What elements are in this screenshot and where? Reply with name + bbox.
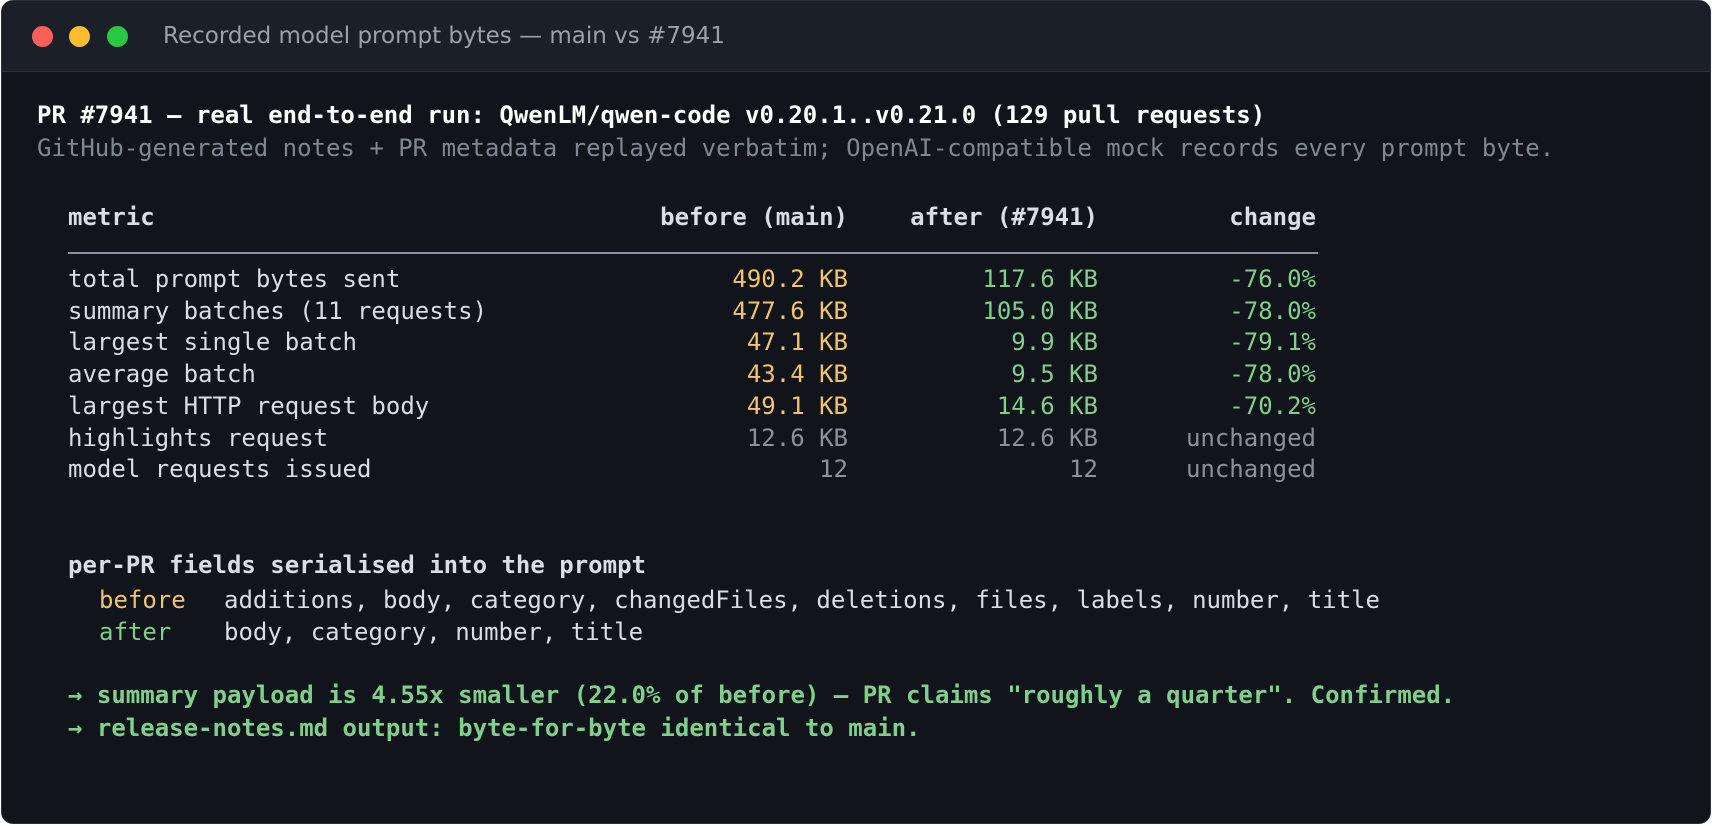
conclusion-line-2: → release-notes.md output: byte-for-byte… [68,714,921,742]
cell-after: 14.6 KB [996,392,1098,420]
cell-change: -78.0% [1229,297,1316,325]
report-title: PR #7941 — real end-to-end run: QwenLM/q… [37,101,1266,129]
cell-change: unchanged [1185,455,1316,483]
column-header-after: after (#7941) [910,203,1098,231]
cell-change: unchanged [1185,424,1316,452]
cell-metric: largest single batch [68,328,357,356]
window-titlebar: Recorded model prompt bytes — main vs #7… [2,1,1710,72]
cell-after: 12.6 KB [996,424,1098,452]
maximize-window-button[interactable] [107,26,128,47]
column-header-metric: metric [68,203,155,231]
report-subtitle: GitHub-generated notes + PR metadata rep… [37,134,1555,162]
cell-metric: largest HTTP request body [68,392,430,420]
cell-before: 12.6 KB [746,424,848,452]
cell-change: -70.2% [1229,392,1316,420]
cell-change: -79.1% [1229,328,1316,356]
cell-after: 9.9 KB [1011,328,1098,356]
cell-after: 117.6 KB [982,265,1098,293]
cell-metric: summary batches (11 requests) [68,297,488,325]
minimize-window-button[interactable] [69,26,90,47]
cell-before: 477.6 KB [732,297,848,325]
cell-after: 105.0 KB [982,297,1098,325]
fields-before-label: before [99,586,186,614]
column-header-change: change [1229,203,1316,231]
window-title: Recorded model prompt bytes — main vs #7… [163,23,725,49]
cell-metric: highlights request [68,424,329,452]
cell-before: 490.2 KB [732,265,848,293]
cell-change: -76.0% [1229,265,1316,293]
terminal-output: PR #7941 — real end-to-end run: QwenLM/q… [2,72,1710,823]
cell-after: 12 [1069,455,1098,483]
cell-before: 47.1 KB [746,328,848,356]
cell-before: 49.1 KB [746,392,848,420]
cell-before: 12 [819,455,848,483]
metrics-table: metric before (main) after (#7941) chang… [2,203,1710,492]
cell-metric: model requests issued [68,455,372,483]
fields-after-label: after [99,618,172,646]
conclusion-line-1: → summary payload is 4.55x smaller (22.0… [68,681,1456,709]
fields-before-list: additions, body, category, changedFiles,… [224,586,1380,614]
cell-metric: average batch [68,360,256,388]
column-header-before: before (main) [660,203,848,231]
cell-after: 9.5 KB [1011,360,1098,388]
header-divider [68,252,1318,254]
terminal-window: Recorded model prompt bytes — main vs #7… [1,0,1711,824]
fields-after-list: body, category, number, title [224,618,644,646]
fields-section-title: per-PR fields serialised into the prompt [68,551,646,579]
cell-before: 43.4 KB [746,360,848,388]
cell-change: -78.0% [1229,360,1316,388]
cell-metric: total prompt bytes sent [68,265,401,293]
close-window-button[interactable] [32,26,53,47]
